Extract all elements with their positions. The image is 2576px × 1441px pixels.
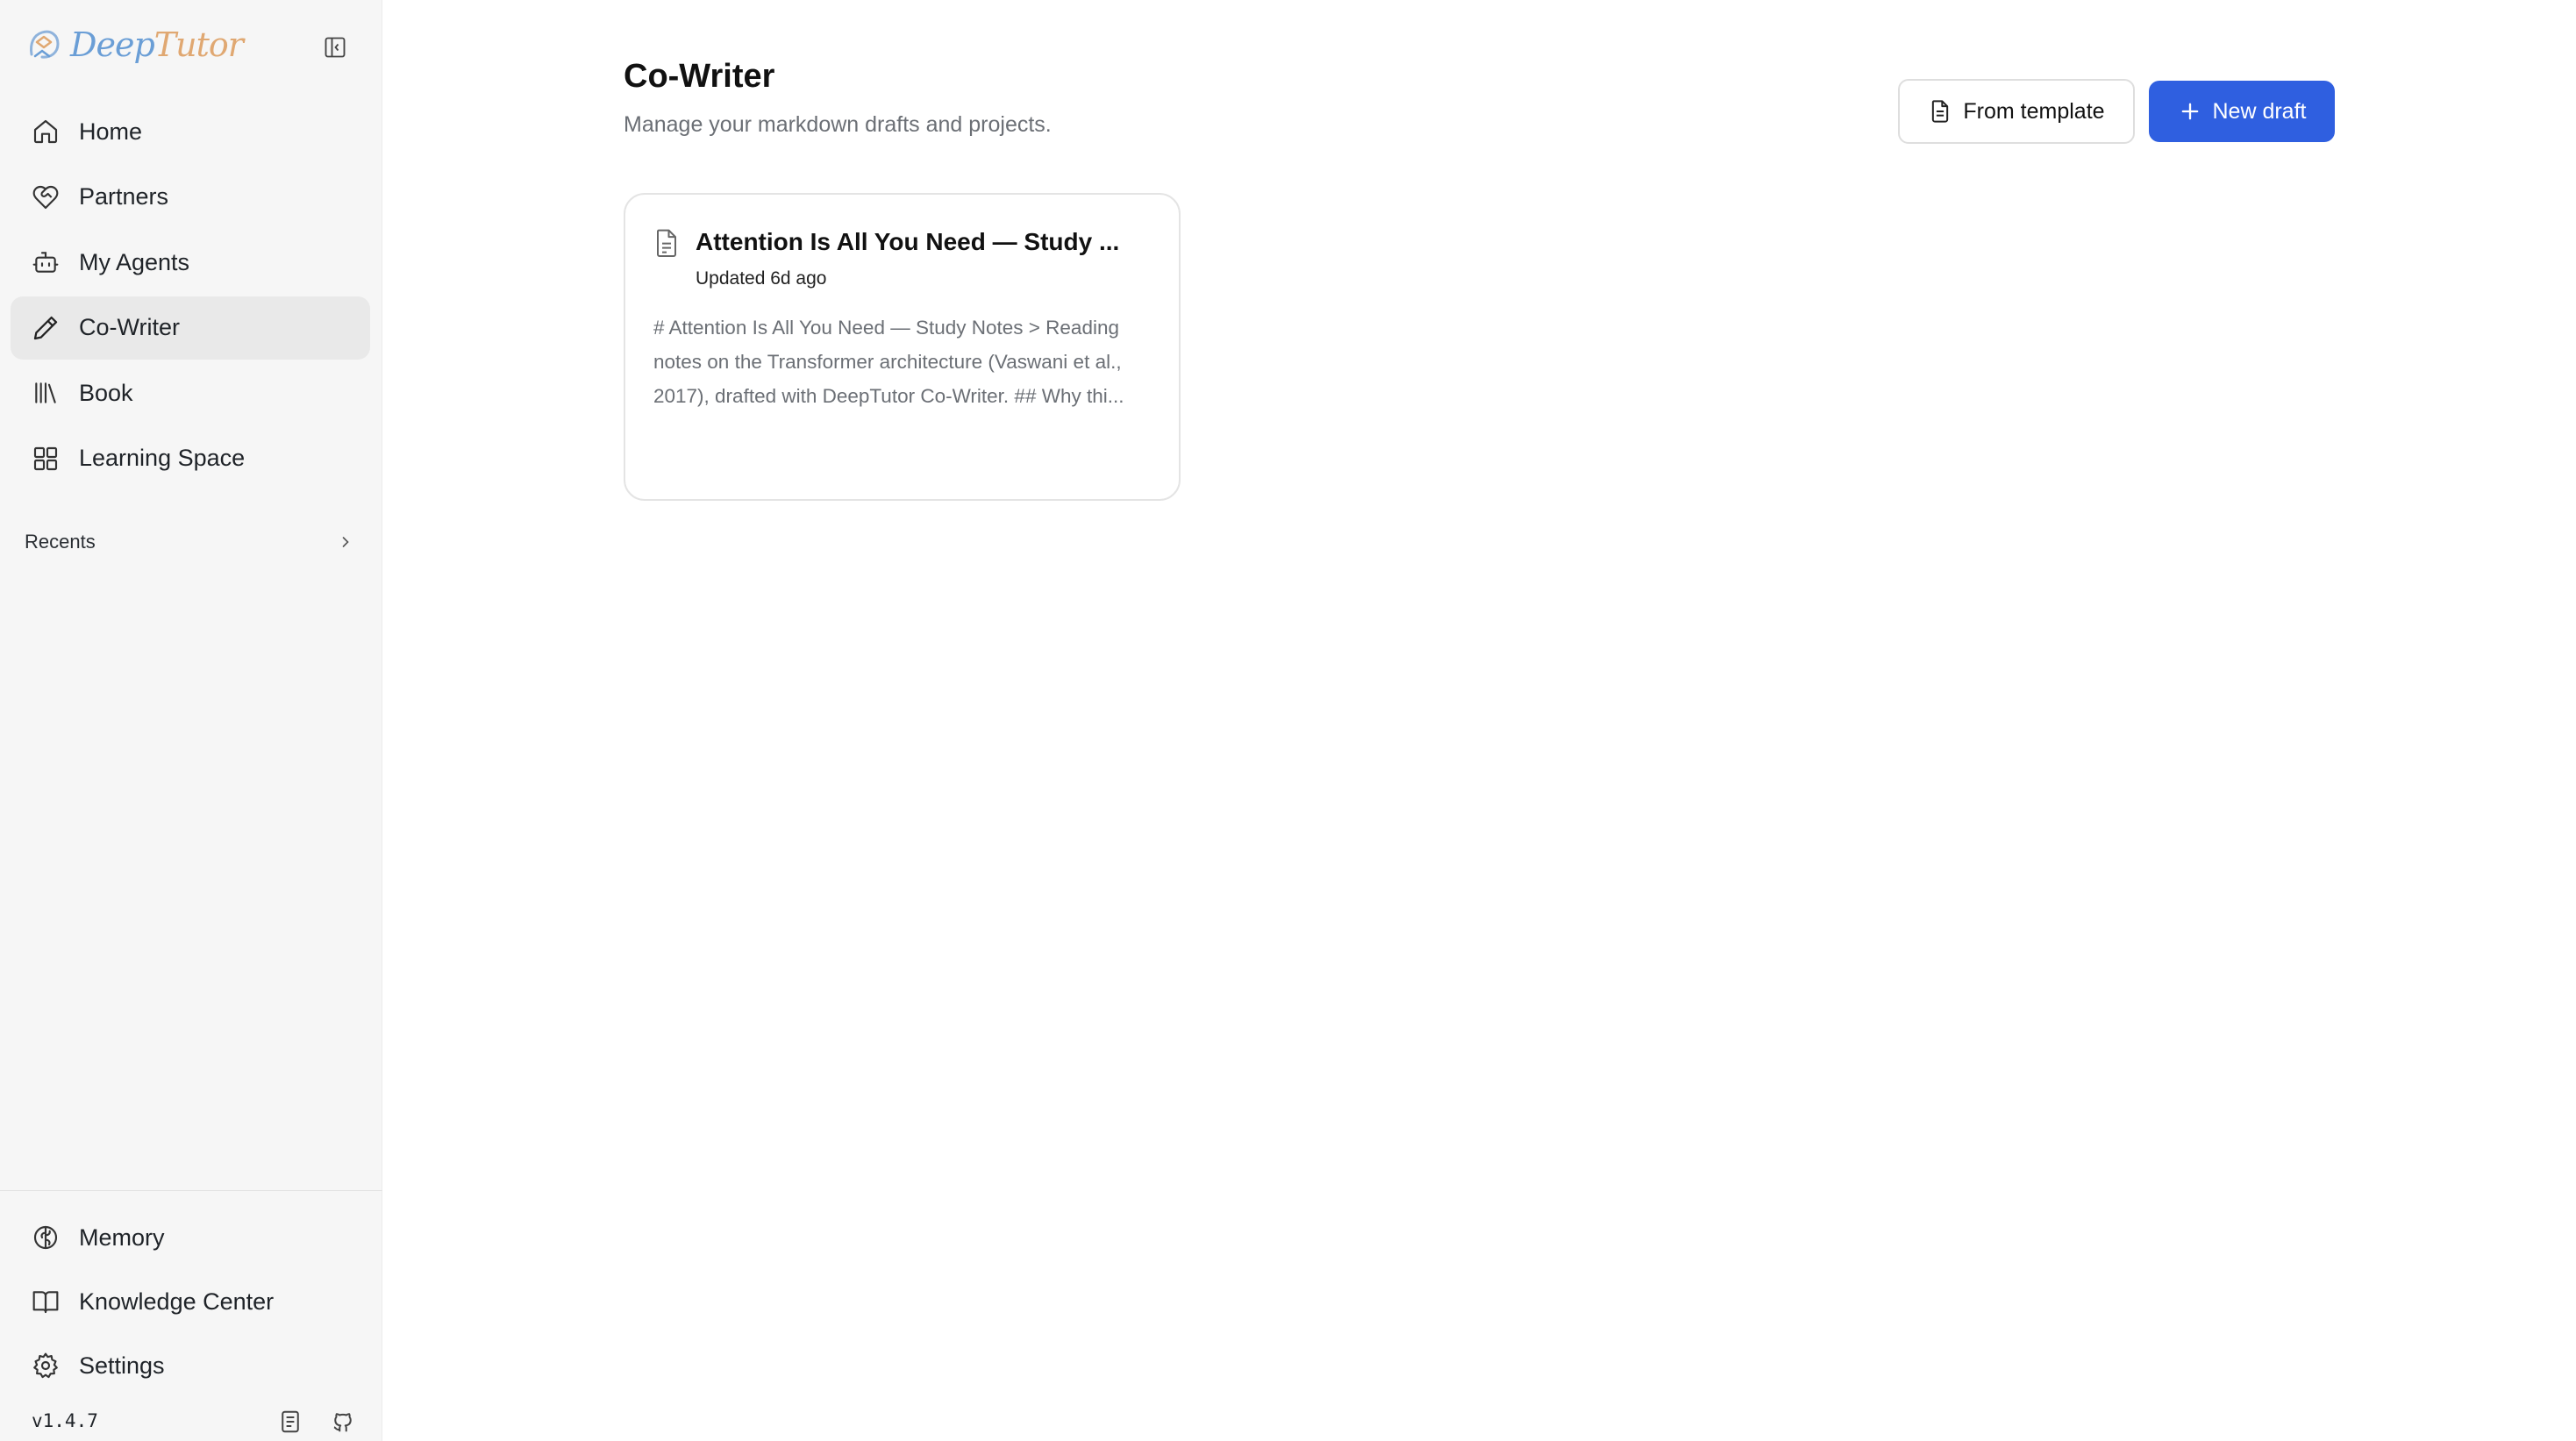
heart-handshake-icon (32, 185, 59, 209)
draft-updated: Updated 6d ago (696, 268, 827, 289)
home-icon (33, 119, 58, 144)
nav-item-learning-space[interactable]: Learning Space (11, 427, 370, 490)
sidebar-toggle-icon (325, 37, 346, 58)
nav-item-knowledge-center[interactable]: Knowledge Center (11, 1270, 370, 1333)
nav-item-memory[interactable]: Memory (11, 1206, 370, 1269)
page-title: Co-Writer (624, 58, 775, 95)
bottom-nav: Memory Knowledge Center Settings (11, 1206, 370, 1398)
gear-icon (33, 1352, 58, 1379)
nav-item-label: Co-Writer (79, 314, 181, 340)
app-logo[interactable]: DeepTutor (25, 23, 244, 67)
sidebar: DeepTutor Home Partners My Agents Co-Wri… (0, 0, 382, 1441)
new-draft-button[interactable]: New draft (2149, 81, 2335, 142)
draft-title: Attention Is All You Need — Study ... (696, 228, 1120, 255)
new-draft-label: New draft (2212, 98, 2307, 124)
pen-icon (33, 316, 58, 339)
nav-item-my-agents[interactable]: My Agents (11, 231, 370, 294)
draft-card[interactable]: Attention Is All You Need — Study ... Up… (624, 193, 1181, 501)
draft-excerpt: # Attention Is All You Need — Study Note… (653, 317, 1124, 407)
nav-item-label: Partners (79, 183, 169, 210)
logo-text-tutor: Tutor (153, 25, 244, 64)
main-content: Co-Writer Manage your markdown drafts an… (382, 0, 2576, 1441)
deeptutor-logo-icon (30, 30, 60, 59)
nav-item-label: My Agents (79, 248, 190, 275)
nav-item-partners[interactable]: Partners (11, 166, 370, 229)
sidebar-divider (0, 1190, 382, 1191)
from-template-label: From template (1963, 98, 2105, 124)
logo-text-deep: Deep (70, 25, 155, 64)
recents-label: Recents (25, 531, 96, 553)
from-template-button[interactable]: From template (1898, 79, 2135, 144)
logo-text: DeepTutor (70, 25, 244, 64)
nav-item-label: Book (79, 379, 133, 406)
docs-icon[interactable] (277, 1409, 303, 1435)
nav-item-home[interactable]: Home (11, 100, 370, 163)
brain-icon (33, 1225, 58, 1250)
collapse-sidebar-button[interactable] (319, 32, 351, 63)
recents-section-toggle[interactable]: Recents (25, 526, 354, 558)
nav-item-label: Home (79, 118, 143, 145)
document-icon (657, 229, 676, 257)
page-subtitle: Manage your markdown drafts and projects… (624, 112, 1052, 137)
nav-item-label: Settings (79, 1352, 165, 1379)
chevron-right-icon (342, 537, 349, 547)
book-open-icon (32, 1291, 59, 1314)
nav-item-label: Memory (79, 1223, 165, 1251)
bot-icon (32, 252, 59, 273)
file-text-icon (1932, 100, 1949, 123)
main-nav: Home Partners My Agents Co-Writer Book L… (11, 100, 370, 492)
plus-icon (2181, 103, 2198, 120)
nav-item-settings[interactable]: Settings (11, 1334, 370, 1397)
github-icon[interactable] (330, 1409, 356, 1435)
nav-item-co-writer[interactable]: Co-Writer (11, 296, 370, 360)
grid-icon (33, 446, 58, 470)
nav-item-book[interactable]: Book (11, 361, 370, 424)
library-icon (35, 382, 56, 403)
nav-item-label: Learning Space (79, 445, 246, 471)
nav-item-label: Knowledge Center (79, 1288, 275, 1315)
app-version: v1.4.7 (32, 1410, 98, 1431)
